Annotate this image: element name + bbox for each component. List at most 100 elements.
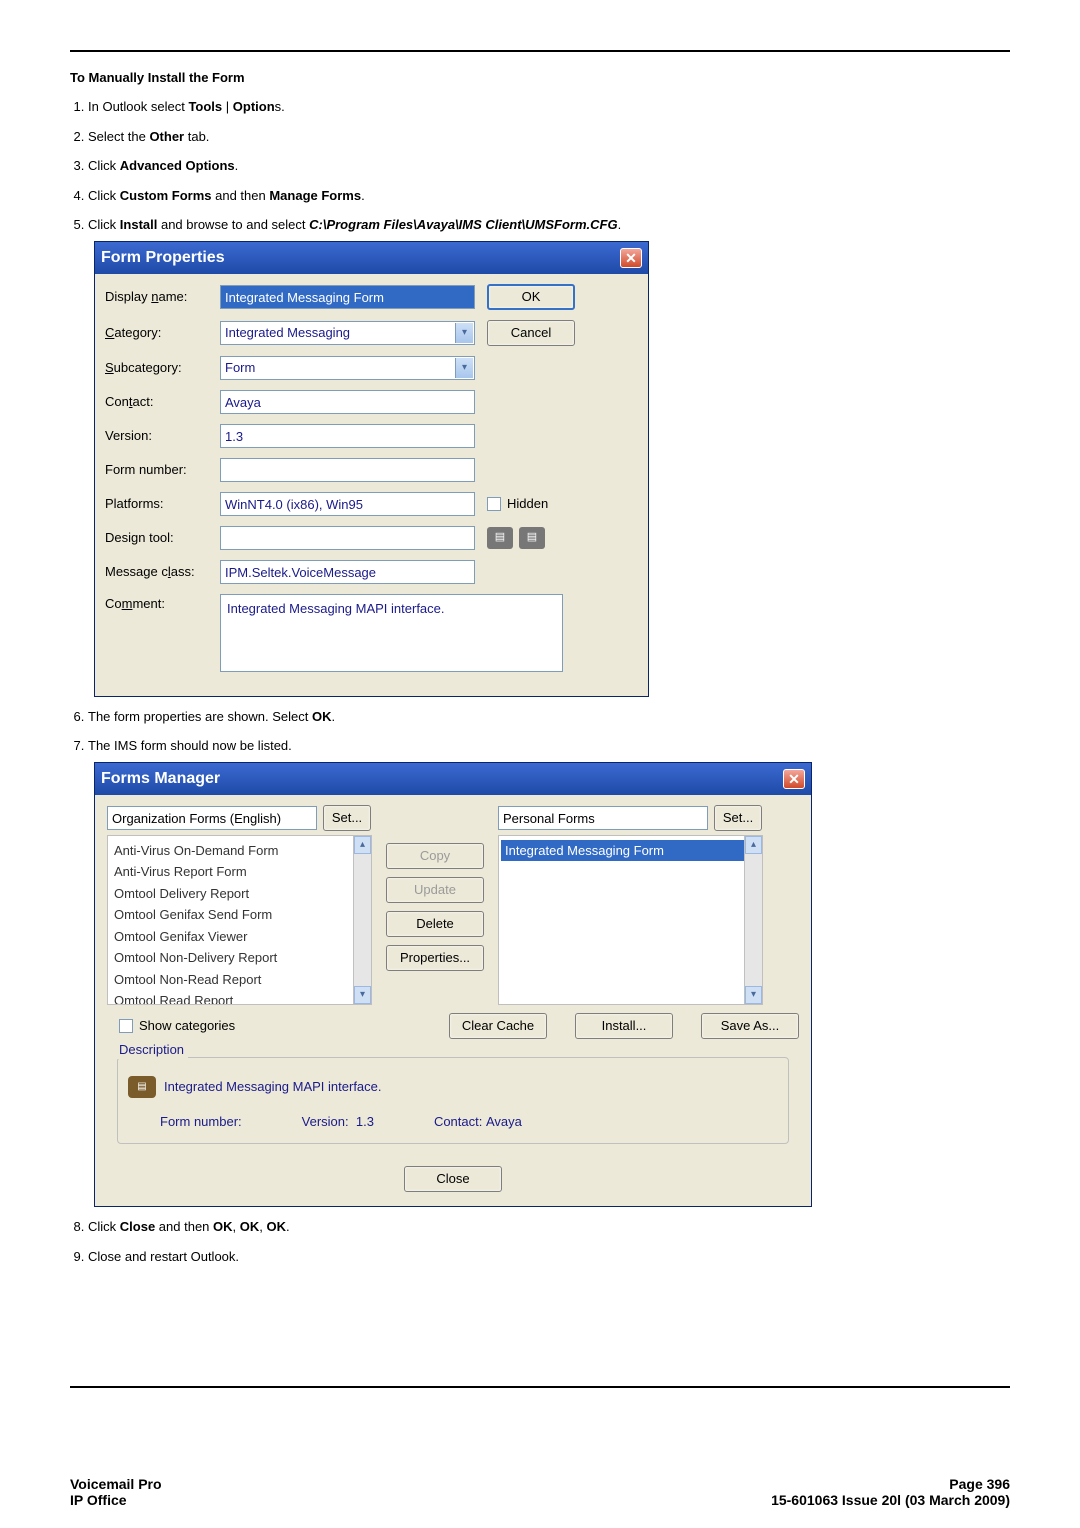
copy-button[interactable]: Copy bbox=[386, 843, 484, 869]
forms-manager-dialog: Forms Manager ✕ Organization Forms (Engl… bbox=[94, 762, 812, 1208]
left-library-field[interactable]: Organization Forms (English) bbox=[107, 806, 317, 830]
show-categories-label: Show categories bbox=[139, 1016, 235, 1036]
step-text: and browse to and select bbox=[157, 217, 309, 232]
step-bold: Close bbox=[120, 1219, 155, 1234]
properties-button[interactable]: Properties... bbox=[386, 945, 484, 971]
left-form-list[interactable]: Anti-Virus On-Demand Form Anti-Virus Rep… bbox=[107, 835, 372, 1005]
delete-button[interactable]: Delete bbox=[386, 911, 484, 937]
message-class-input[interactable]: IPM.Seltek.VoiceMessage bbox=[220, 560, 475, 584]
scroll-up-icon[interactable]: ▴ bbox=[354, 836, 371, 854]
label-message-class: Message class: bbox=[105, 562, 220, 582]
ok-button[interactable]: OK bbox=[487, 284, 575, 310]
small-form-icon[interactable]: ▤ bbox=[519, 527, 545, 549]
comment-textarea[interactable]: Integrated Messaging MAPI interface. bbox=[220, 594, 563, 672]
form-properties-dialog: Form Properties ✕ Display name: Integrat… bbox=[94, 241, 649, 697]
checkbox-icon[interactable] bbox=[487, 497, 501, 511]
list-item[interactable]: Omtool Genifax Send Form bbox=[110, 904, 369, 926]
subcategory-select[interactable]: Form ▾ bbox=[220, 356, 475, 380]
dialog-title: Forms Manager bbox=[101, 767, 220, 791]
list-item[interactable]: Omtool Genifax Viewer bbox=[110, 926, 369, 948]
step-text: Click bbox=[88, 1219, 120, 1234]
step-text: . bbox=[361, 188, 365, 203]
select-value: Form bbox=[225, 358, 255, 378]
right-library-field[interactable]: Personal Forms bbox=[498, 806, 708, 830]
hidden-label: Hidden bbox=[507, 494, 548, 514]
list-item[interactable]: Integrated Messaging Form bbox=[501, 840, 760, 862]
contact-input[interactable]: Avaya bbox=[220, 390, 475, 414]
chevron-down-icon[interactable]: ▾ bbox=[455, 358, 473, 378]
label-platforms: Platforms: bbox=[105, 494, 220, 514]
step-text: . bbox=[618, 217, 622, 232]
step-bold: Other bbox=[149, 129, 184, 144]
step-6: The form properties are shown. Select OK… bbox=[88, 707, 1010, 727]
step-text: and then bbox=[212, 188, 270, 203]
category-select[interactable]: Integrated Messaging▾ bbox=[220, 321, 475, 345]
clear-cache-button[interactable]: Clear Cache bbox=[449, 1013, 547, 1039]
close-icon[interactable]: ✕ bbox=[620, 248, 642, 268]
dialog-title: Form Properties bbox=[101, 246, 225, 270]
hidden-checkbox[interactable]: Hidden bbox=[487, 494, 548, 514]
version-label: Version: 1.3 bbox=[302, 1112, 374, 1132]
list-item[interactable]: Omtool Read Report bbox=[110, 990, 369, 1005]
right-form-list[interactable]: Integrated Messaging Form ▴ ▾ bbox=[498, 835, 763, 1005]
step-text: In Outlook select bbox=[88, 99, 188, 114]
save-as-button[interactable]: Save As... bbox=[701, 1013, 799, 1039]
footer-issue: 15-601063 Issue 20l (03 March 2009) bbox=[771, 1492, 1010, 1508]
list-item[interactable]: Omtool Delivery Report bbox=[110, 883, 369, 905]
step-path: C:\Program Files\Avaya\IMS Client\UMSFor… bbox=[309, 217, 617, 232]
chevron-down-icon[interactable]: ▾ bbox=[455, 323, 473, 343]
label-form-number: Form number: bbox=[105, 460, 220, 480]
step-bold: OK bbox=[213, 1219, 233, 1234]
scroll-down-icon[interactable]: ▾ bbox=[354, 986, 371, 1004]
close-button[interactable]: Close bbox=[404, 1166, 502, 1192]
label-contact: Contact: bbox=[105, 392, 220, 412]
scroll-up-icon[interactable]: ▴ bbox=[745, 836, 762, 854]
step-text: The form properties are shown. Select bbox=[88, 709, 312, 724]
update-button[interactable]: Update bbox=[386, 877, 484, 903]
scroll-down-icon[interactable]: ▾ bbox=[745, 986, 762, 1004]
step-4: Click Custom Forms and then Manage Forms… bbox=[88, 186, 1010, 206]
top-rule bbox=[70, 50, 1010, 52]
step-text: | bbox=[222, 99, 233, 114]
close-icon[interactable]: ✕ bbox=[783, 769, 805, 789]
label-display-name: Display name: bbox=[105, 287, 220, 307]
list-item[interactable]: Omtool Non-Delivery Report bbox=[110, 947, 369, 969]
form-number-label: Form number: bbox=[160, 1112, 242, 1132]
step-9: Close and restart Outlook. bbox=[88, 1247, 1010, 1267]
step-2: Select the Other tab. bbox=[88, 127, 1010, 147]
cancel-button[interactable]: Cancel bbox=[487, 320, 575, 346]
bottom-rule bbox=[70, 1386, 1010, 1388]
page-footer: Voicemail Pro IP Office Page 396 15-6010… bbox=[70, 1476, 1010, 1508]
list-item[interactable]: Omtool Non-Read Report bbox=[110, 969, 369, 991]
step-text: Click bbox=[88, 188, 120, 203]
large-form-icon[interactable]: ▤ bbox=[487, 527, 513, 549]
list-item[interactable]: Anti-Virus On-Demand Form bbox=[110, 840, 369, 862]
step-bold: Option bbox=[233, 99, 275, 114]
step-bold: Install bbox=[120, 217, 158, 232]
step-text: , bbox=[233, 1219, 240, 1234]
step-bold: Advanced Options bbox=[120, 158, 235, 173]
right-set-button[interactable]: Set... bbox=[714, 805, 762, 831]
install-button[interactable]: Install... bbox=[575, 1013, 673, 1039]
step-text: . bbox=[286, 1219, 290, 1234]
platforms-input[interactable]: WinNT4.0 (ix86), Win95 bbox=[220, 492, 475, 516]
step-bold: OK bbox=[240, 1219, 260, 1234]
instruction-list: In Outlook select Tools | Options. Selec… bbox=[70, 97, 1010, 1266]
display-name-input[interactable]: Integrated Messaging Form bbox=[220, 285, 475, 309]
scrollbar[interactable]: ▴ ▾ bbox=[744, 836, 762, 1004]
list-item[interactable]: Anti-Virus Report Form bbox=[110, 861, 369, 883]
scrollbar[interactable]: ▴ ▾ bbox=[353, 836, 371, 1004]
step-text: Click bbox=[88, 158, 120, 173]
version-input[interactable]: 1.3 bbox=[220, 424, 475, 448]
form-number-input[interactable] bbox=[220, 458, 475, 482]
step-3: Click Advanced Options. bbox=[88, 156, 1010, 176]
step-1: In Outlook select Tools | Options. bbox=[88, 97, 1010, 117]
label-category: Category: bbox=[105, 323, 220, 343]
design-tool-input[interactable] bbox=[220, 526, 475, 550]
show-categories-checkbox[interactable]: Show categories bbox=[119, 1016, 235, 1036]
dialog-titlebar[interactable]: Form Properties ✕ bbox=[95, 242, 648, 274]
left-set-button[interactable]: Set... bbox=[323, 805, 371, 831]
dialog-titlebar[interactable]: Forms Manager ✕ bbox=[95, 763, 811, 795]
checkbox-icon[interactable] bbox=[119, 1019, 133, 1033]
step-bold: OK bbox=[312, 709, 332, 724]
